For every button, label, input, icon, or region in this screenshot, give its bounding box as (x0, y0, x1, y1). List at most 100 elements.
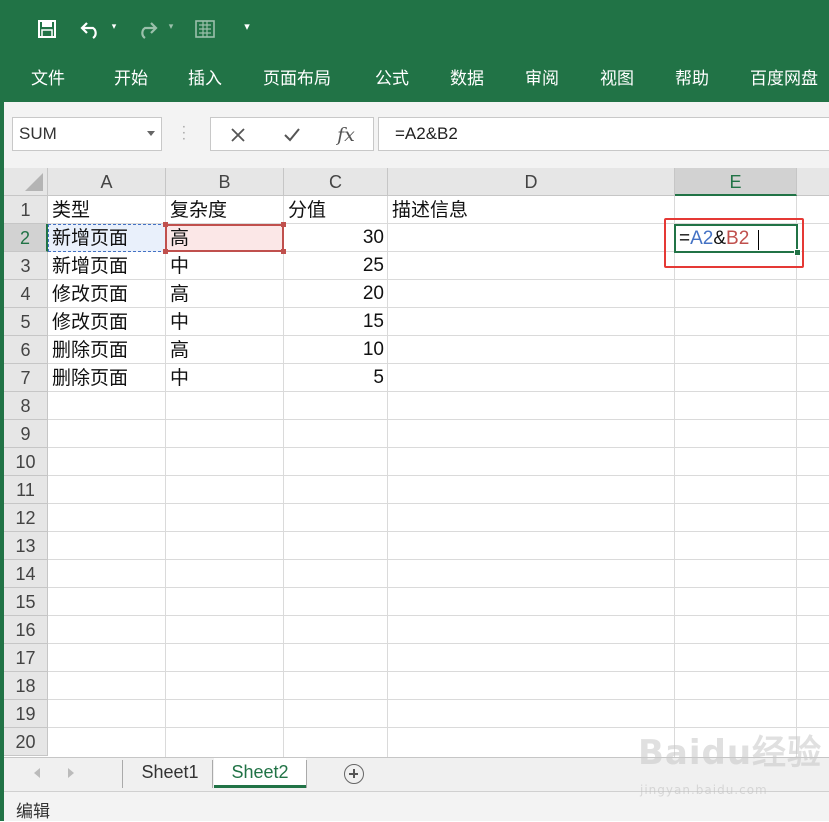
annotation-highlight-box (664, 218, 804, 268)
enter-check-icon[interactable] (281, 124, 303, 146)
tab-formulas[interactable]: 公式 (375, 68, 409, 90)
touch-mode-icon[interactable] (192, 16, 218, 42)
name-box[interactable]: SUM (12, 117, 162, 151)
gridline (48, 503, 829, 504)
row-header[interactable]: 20 (4, 728, 48, 756)
tab-separator (122, 760, 123, 788)
row-header[interactable]: 4 (4, 280, 48, 308)
cell-b4[interactable]: 高 (166, 280, 284, 308)
cell-a6[interactable]: 删除页面 (48, 336, 166, 364)
gridline (48, 475, 829, 476)
worksheet-grid[interactable]: A B C D E 1 2 3 4 5 6 7 8 9 10 11 12 13 … (4, 168, 829, 757)
column-header-d[interactable]: D (388, 168, 675, 196)
tab-help[interactable]: 帮助 (675, 68, 709, 90)
baidu-watermark: Baidu经验 jingyan.baidu.com (638, 725, 828, 805)
row-header[interactable]: 1 (4, 196, 48, 224)
sheet-next-arrow-icon[interactable] (68, 768, 74, 778)
column-header-c[interactable]: C (284, 168, 388, 196)
tab-home[interactable]: 开始 (114, 68, 148, 90)
cell-a7[interactable]: 删除页面 (48, 364, 166, 392)
gridline (48, 643, 829, 644)
row-header[interactable]: 10 (4, 448, 48, 476)
row-header[interactable]: 6 (4, 336, 48, 364)
column-header-b[interactable]: B (166, 168, 284, 196)
row-header[interactable]: 11 (4, 476, 48, 504)
column-header-a[interactable]: A (48, 168, 166, 196)
row-header[interactable]: 9 (4, 420, 48, 448)
row-header[interactable]: 16 (4, 616, 48, 644)
customize-toolbar-icon[interactable]: ▾ (242, 21, 252, 32)
undo-icon[interactable] (78, 16, 104, 42)
gridline (48, 615, 829, 616)
cell-c2[interactable]: 30 (284, 224, 388, 252)
sheet-prev-arrow-icon[interactable] (34, 768, 40, 778)
sheet-tab-sheet1[interactable]: Sheet1 (128, 758, 212, 788)
cell-b1[interactable]: 复杂度 (166, 196, 284, 224)
cell-c3[interactable]: 25 (284, 252, 388, 280)
row-header[interactable]: 8 (4, 392, 48, 420)
tab-baidu-netdisk[interactable]: 百度网盘 (750, 68, 818, 90)
undo-dropdown-icon[interactable]: ▾ (109, 22, 119, 32)
cell-b3[interactable]: 中 (166, 252, 284, 280)
cell-c7[interactable]: 5 (284, 364, 388, 392)
title-bar: ▾ ▾ ▾ (4, 0, 829, 56)
tab-separator (212, 760, 213, 788)
row-header[interactable]: 7 (4, 364, 48, 392)
gridline (48, 671, 829, 672)
cell-c4[interactable]: 20 (284, 280, 388, 308)
tab-view[interactable]: 视图 (600, 68, 634, 90)
select-all-button[interactable] (4, 168, 48, 196)
cell-a1[interactable]: 类型 (48, 196, 166, 224)
gridline (48, 531, 829, 532)
cell-b6[interactable]: 高 (166, 336, 284, 364)
row-header[interactable]: 12 (4, 504, 48, 532)
tab-page-layout[interactable]: 页面布局 (263, 68, 331, 90)
name-box-value: SUM (19, 124, 57, 143)
gridline (48, 587, 829, 588)
sheet-tab-sheet2[interactable]: Sheet2 (214, 758, 306, 788)
tab-file[interactable]: 文件 (31, 68, 65, 90)
formula-bar: SUM · · · fx =A2&B2 (4, 102, 829, 169)
cell-d1[interactable]: 描述信息 (388, 196, 675, 224)
insert-function-icon[interactable]: fx (335, 124, 357, 146)
redo-dropdown-icon[interactable]: ▾ (166, 22, 176, 32)
row-header[interactable]: 5 (4, 308, 48, 336)
cell-c5[interactable]: 15 (284, 308, 388, 336)
cell-a5[interactable]: 修改页面 (48, 308, 166, 336)
cell-c1[interactable]: 分值 (284, 196, 388, 224)
row-header[interactable]: 17 (4, 644, 48, 672)
row-header[interactable]: 13 (4, 532, 48, 560)
watermark-logo: Baidu经验 (638, 733, 823, 773)
gridline (48, 559, 829, 560)
column-header-e[interactable]: E (675, 168, 797, 196)
formula-input[interactable]: =A2&B2 (378, 117, 829, 151)
cell-a3[interactable]: 新增页面 (48, 252, 166, 280)
formula-text: =A2&B2 (395, 124, 458, 143)
row-header[interactable]: 14 (4, 560, 48, 588)
cell-b5[interactable]: 中 (166, 308, 284, 336)
tab-review[interactable]: 审阅 (525, 68, 559, 90)
column-header-f[interactable] (797, 168, 829, 196)
gridline (796, 196, 797, 757)
row-header[interactable]: 2 (4, 224, 48, 252)
add-sheet-icon[interactable] (344, 764, 364, 784)
row-header[interactable]: 19 (4, 700, 48, 728)
watermark-url: jingyan.baidu.com (640, 783, 768, 797)
tab-data[interactable]: 数据 (450, 68, 484, 90)
cell-a4[interactable]: 修改页面 (48, 280, 166, 308)
status-mode: 编辑 (16, 802, 50, 822)
row-header[interactable]: 15 (4, 588, 48, 616)
row-header[interactable]: 18 (4, 672, 48, 700)
select-all-triangle-icon (25, 173, 43, 191)
splitter-dots-icon[interactable]: · · · (182, 121, 186, 145)
cancel-icon[interactable] (227, 124, 249, 146)
tab-insert[interactable]: 插入 (188, 68, 222, 90)
cell-b7[interactable]: 中 (166, 364, 284, 392)
save-icon[interactable] (34, 16, 60, 42)
cell-c6[interactable]: 10 (284, 336, 388, 364)
row-header[interactable]: 3 (4, 252, 48, 280)
cell-a2[interactable]: 新增页面 (48, 224, 166, 252)
cell-b2[interactable]: 高 (166, 224, 284, 252)
name-box-dropdown-icon[interactable] (147, 131, 155, 136)
redo-icon[interactable] (134, 16, 160, 42)
